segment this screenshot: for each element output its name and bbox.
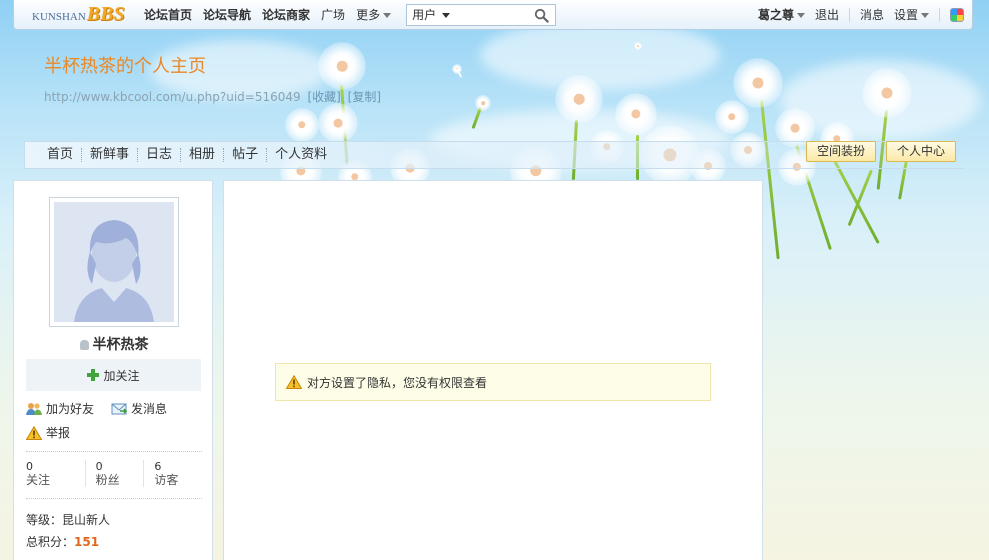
stat-fans[interactable]: 0 粉丝 [84,460,144,487]
user-menu[interactable]: 葛之尊 [758,6,805,23]
follow-button-label: 加关注 [103,368,140,383]
page-title: 半杯热茶的个人主页 [44,56,206,77]
tab-home[interactable]: 首页 [47,148,81,162]
nav-forum-home[interactable]: 论坛首页 [144,6,192,23]
top-bar: KUNSHAN BBS 论坛首页 论坛导航 论坛商家 广场 更多 用户 葛之尊 … [13,0,973,30]
logout-link[interactable]: 退出 [815,6,839,23]
chevron-down-icon [921,13,929,18]
search-box: 用户 [406,3,557,26]
warning-icon [26,425,42,440]
points-label: 总积分： [26,535,75,549]
avatar[interactable] [49,197,179,327]
stat-following-value: 0 [26,460,33,473]
envelope-icon [111,403,127,414]
color-palette-icon[interactable] [950,7,964,22]
follow-button[interactable]: 加关注 [26,359,201,391]
divider [848,7,850,22]
level-label: 等级： [26,513,63,527]
chevron-down-icon [442,13,451,18]
nav-forum-merchants[interactable]: 论坛商家 [262,6,310,23]
home-url: http://www.kbcool.com/u.php?uid=516049 [… [44,88,381,105]
send-message-label: 发消息 [131,402,168,416]
home-url-text: http://www.kbcool.com/u.php?uid=516049 [44,90,301,104]
user-silhouette-icon [54,202,174,322]
nav-forum-guide[interactable]: 论坛导航 [203,6,251,23]
stat-visitors[interactable]: 6 访客 [143,460,202,487]
username-label: 葛之尊 [757,8,794,22]
profile-sidebar: 半杯热茶 加关注 加为好友 发消息 举报 0 关注 0 粉丝 6 访客 等级：昆… [13,180,213,560]
chevron-down-icon [383,13,392,18]
nav-more-label: 更多 [356,8,381,22]
stat-visitors-value: 6 [154,460,162,473]
privacy-notice-text: 对方设置了隐私，您没有权限查看 [307,375,488,390]
stat-visitors-label: 访客 [154,473,179,487]
points-value: 151 [74,535,100,549]
tab-posts[interactable]: 帖子 [223,148,266,162]
main-nav: 论坛首页 论坛导航 论坛商家 广场 更多 [144,0,402,30]
decorate-space-button[interactable]: 空间装扮 [806,141,877,162]
tab-profile[interactable]: 个人资料 [266,148,335,162]
add-friend-link[interactable]: 加为好友 [26,400,94,417]
tab-news-feed[interactable]: 新鲜事 [81,148,137,162]
user-nav: 葛之尊 退出 消息 设置 [748,0,972,30]
report-label: 举报 [46,426,71,440]
profile-username: 半杯热茶 [14,334,214,354]
plus-icon [87,369,100,381]
add-friend-icon [26,402,42,415]
divider [26,498,202,499]
privacy-notice: 对方设置了隐私，您没有权限查看 [275,363,711,401]
tab-album[interactable]: 相册 [180,148,223,162]
report-link[interactable]: 举报 [26,424,70,441]
settings-label: 设置 [893,8,918,22]
divider [939,7,940,22]
profile-stats: 0 关注 0 粉丝 6 访客 [26,460,202,487]
user-icon [79,340,89,350]
site-logo[interactable]: KUNSHAN BBS [32,3,144,26]
search-scope-label: 用户 [412,8,437,22]
tab-diary[interactable]: 日志 [137,148,180,162]
stat-following[interactable]: 0 关注 [26,460,85,487]
nav-square[interactable]: 广场 [321,6,345,23]
search-icon[interactable] [534,8,549,23]
divider [26,451,202,452]
settings-menu[interactable]: 设置 [894,6,929,23]
favorite-link[interactable]: [收藏] [307,90,340,104]
stat-fans-label: 粉丝 [95,473,120,487]
add-friend-label: 加为好友 [46,402,95,416]
warning-icon [286,375,302,389]
profile-username-text: 半杯热茶 [92,337,149,353]
default-avatar-image [54,202,174,322]
stat-fans-value: 0 [95,460,103,473]
main-content: 对方设置了隐私，您没有权限查看 [223,180,763,560]
user-points: 总积分：151 [26,533,99,550]
send-message-link[interactable]: 发消息 [111,400,167,417]
messages-link[interactable]: 消息 [860,6,884,23]
level-value: 昆山新人 [62,513,111,527]
search-scope-select[interactable]: 用户 [407,6,467,23]
nav-more[interactable]: 更多 [356,6,392,23]
personal-center-button[interactable]: 个人中心 [886,141,957,162]
user-level: 等级：昆山新人 [26,511,110,528]
copy-link[interactable]: [复制] [348,90,381,104]
chevron-down-icon [796,13,805,18]
search-input[interactable] [467,7,530,22]
stat-following-label: 关注 [26,473,51,487]
